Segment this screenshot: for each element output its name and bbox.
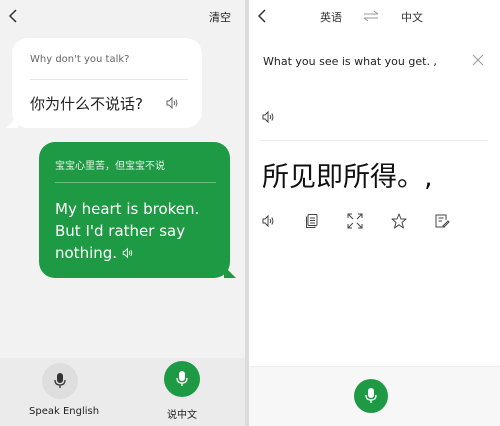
copy-icon[interactable] (304, 213, 320, 229)
speaker-icon[interactable] (261, 213, 277, 229)
speak-chinese-label[interactable]: 说中文 (167, 406, 197, 421)
bubble-tail (224, 266, 236, 278)
message-translation-block: My heart is broken. But I'd rather say n… (55, 198, 220, 264)
message-bubble-sent[interactable]: 宝宝心里苦，但宝宝不说 My heart is broken. But I'd … (39, 142, 236, 278)
conversation-panel: 清空 Why don't you talk? 你为什么不说话? 宝宝心里苦，但宝… (0, 0, 245, 426)
message-source-text: Why don't you talk? (30, 54, 130, 65)
speak-english-label[interactable]: Speak English (29, 406, 99, 417)
target-language-selector[interactable]: 中文 (401, 9, 423, 25)
swap-icon[interactable] (363, 10, 379, 22)
left-top-bar: 清空 (0, 0, 245, 32)
back-icon[interactable] (257, 9, 267, 23)
star-icon[interactable] (391, 213, 407, 229)
message-source-text: 宝宝心里苦，但宝宝不说 (55, 161, 165, 172)
mic-icon (176, 371, 188, 386)
clear-button[interactable]: 清空 (209, 9, 231, 25)
speaker-icon[interactable] (261, 110, 277, 124)
mic-icon (365, 388, 377, 403)
edit-icon[interactable] (434, 213, 450, 229)
message-bubble-received[interactable]: Why don't you talk? 你为什么不说话? (6, 38, 202, 128)
source-text-input[interactable]: What you see is what you get. , (263, 55, 437, 68)
translation-result-text: 所见即所得。, (262, 162, 433, 193)
expand-icon[interactable] (347, 213, 363, 229)
voice-input-mic-button[interactable] (354, 379, 388, 413)
speaker-icon[interactable] (165, 96, 179, 110)
speak-chinese-mic-button[interactable] (164, 361, 200, 397)
section-divider (260, 140, 488, 141)
speak-english-mic-button[interactable] (42, 363, 78, 399)
source-language-selector[interactable]: 英语 (320, 9, 342, 25)
mic-icon (54, 373, 66, 388)
speaker-icon[interactable] (121, 247, 134, 259)
message-translation-text: 你为什么不说话? (30, 95, 143, 113)
bubble-divider (55, 182, 216, 183)
bubble-tail (6, 116, 18, 128)
back-icon[interactable] (8, 9, 18, 23)
bubble-divider (30, 79, 188, 80)
close-icon[interactable] (472, 54, 484, 66)
